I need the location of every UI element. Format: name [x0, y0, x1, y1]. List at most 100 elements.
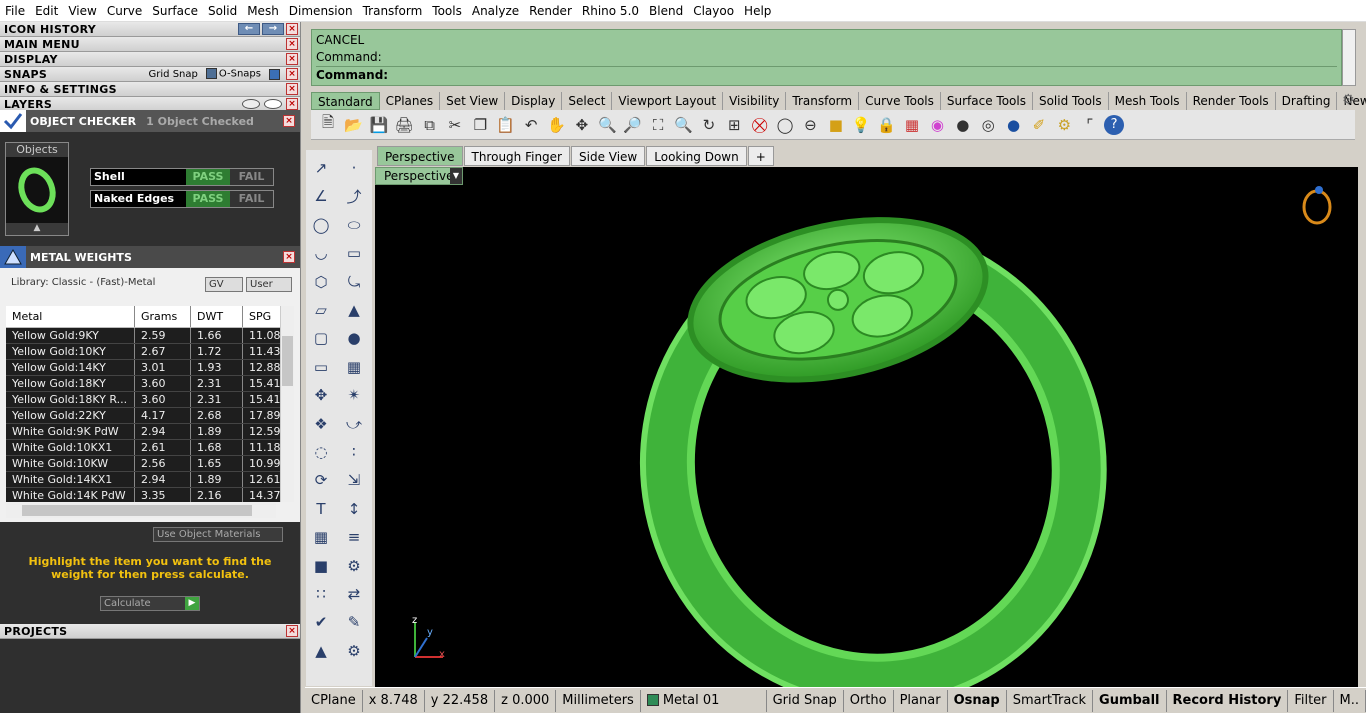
tab-standard[interactable]: Standard — [311, 92, 380, 110]
close-icon[interactable]: × — [286, 53, 298, 65]
units-status[interactable]: Millimeters — [556, 689, 641, 712]
export-icon[interactable]: ⧉ — [419, 114, 441, 136]
close-icon[interactable]: × — [286, 625, 298, 637]
point-icon[interactable]: · — [342, 156, 366, 180]
zoom-window-icon[interactable]: 🔎 — [622, 114, 644, 136]
table-row[interactable]: Yellow Gold:18KY R... 3.60 2.31 15.41 — [6, 392, 294, 408]
col-metal[interactable]: Metal — [6, 306, 135, 327]
align-icon[interactable]: ≡ — [342, 525, 366, 549]
box-icon[interactable]: ▢ — [309, 326, 333, 350]
icon-history-bar[interactable]: ICON HISTORY ← → × — [0, 22, 300, 37]
metal-table[interactable]: Metal Grams DWT SPG Yellow Gold:9KY 2.59 1… — [6, 306, 294, 502]
menu-view[interactable]: View — [63, 0, 101, 22]
menu-surface[interactable]: Surface — [147, 0, 203, 22]
main-menu-bar[interactable]: MAIN MENU × — [0, 37, 300, 52]
menu-curve[interactable]: Curve — [102, 0, 147, 22]
help-icon[interactable]: ? — [1104, 114, 1125, 135]
dimension-icon[interactable]: ⌜ — [1079, 114, 1101, 136]
close-icon[interactable]: × — [286, 38, 298, 50]
table-row[interactable]: White Gold:14KX1 2.94 1.89 12.61 — [6, 472, 294, 488]
cut-icon[interactable]: ✂ — [444, 114, 466, 136]
light-bulb-icon[interactable]: 💡 — [850, 114, 872, 136]
arc-icon[interactable]: ◡ — [309, 241, 333, 265]
table-row[interactable]: Yellow Gold:14KY 3.01 1.93 12.88 — [6, 360, 294, 376]
menu-blend[interactable]: Blend — [644, 0, 688, 22]
menu-dimension[interactable]: Dimension — [284, 0, 358, 22]
expand-up-icon[interactable]: ▲ — [6, 223, 68, 235]
scale-icon[interactable]: ⇲ — [342, 468, 366, 492]
info-settings-bar[interactable]: INFO & SETTINGS × — [0, 82, 300, 97]
circle-icon[interactable]: ◯ — [309, 213, 333, 237]
menu-file[interactable]: File — [0, 0, 30, 22]
filter-toggle[interactable]: Filter — [1288, 689, 1334, 712]
menu-analyze[interactable]: Analyze — [467, 0, 524, 22]
pan-hand-icon[interactable]: ✋ — [546, 114, 568, 136]
car-icon[interactable]: ⛒ — [749, 114, 771, 136]
zoom-icon[interactable]: 🔍 — [596, 114, 618, 136]
check-icon[interactable]: ✔ — [309, 610, 333, 634]
objects-preview[interactable]: Objects ▲ — [5, 142, 69, 236]
paint-icon[interactable]: ✎ — [342, 610, 366, 634]
select-arrow-icon[interactable]: ↗ — [309, 156, 333, 180]
explode-icon[interactable]: ✴ — [342, 383, 366, 407]
measure-icon[interactable]: ⇄ — [342, 582, 366, 606]
cplane-status[interactable]: CPlane — [305, 689, 363, 712]
more-status[interactable]: M.. — [1334, 689, 1366, 712]
snap-toggle-icon[interactable] — [269, 68, 280, 80]
scroll-thumb[interactable] — [22, 505, 252, 516]
tab-mesh-tools[interactable]: Mesh Tools — [1109, 92, 1187, 110]
polyline-icon[interactable]: ∠ — [309, 184, 333, 208]
ellipse-icon[interactable]: ⬭ — [342, 213, 366, 237]
undo-icon[interactable]: ↶ — [520, 114, 542, 136]
tab-display[interactable]: Display — [505, 92, 563, 110]
move-view-icon[interactable]: ✥ — [571, 114, 593, 136]
table-row[interactable]: White Gold:9K PdW 2.94 1.89 12.59 — [6, 424, 294, 440]
osnaps-option[interactable]: O-Snaps — [205, 68, 261, 80]
boolean-icon[interactable]: ❖ — [309, 412, 333, 436]
tab-visibility[interactable]: Visibility — [723, 92, 787, 110]
save-icon[interactable]: 💾 — [368, 114, 390, 136]
arrow-right-icon[interactable]: → — [262, 23, 284, 35]
osnap-toggle[interactable]: Osnap — [948, 689, 1007, 712]
grid-dots-icon[interactable]: ∷ — [309, 582, 333, 606]
close-icon[interactable]: × — [286, 83, 298, 95]
layers-icon[interactable]: ▦ — [901, 114, 923, 136]
extrude-icon[interactable]: ▲ — [342, 298, 366, 322]
cone-icon[interactable]: ▲ — [309, 639, 333, 663]
render-sphere-icon[interactable]: ● — [1003, 114, 1025, 136]
scroll-thumb[interactable] — [282, 336, 293, 386]
tab-surface-tools[interactable]: Surface Tools — [941, 92, 1033, 110]
table-vertical-scrollbar[interactable] — [280, 306, 294, 502]
group-icon[interactable]: ◌ — [309, 440, 333, 464]
ring-model[interactable] — [375, 167, 1358, 687]
curve-icon[interactable]: ⤴ — [342, 184, 366, 208]
text-icon[interactable]: T — [309, 497, 333, 521]
wire-sphere-icon[interactable]: ◎ — [977, 114, 999, 136]
use-object-materials-button[interactable]: Use Object Materials — [153, 527, 283, 542]
add-viewport-button[interactable]: + — [747, 146, 774, 166]
calculate-button[interactable]: Calculate ▶ — [100, 596, 200, 611]
table-row[interactable]: Yellow Gold:22KY 4.17 2.68 17.89 — [6, 408, 294, 424]
render-icon[interactable]: ⚙ — [342, 639, 366, 663]
gumball-toggle[interactable]: Gumball — [1093, 689, 1167, 712]
snaps-bar[interactable]: SNAPS Grid Snap O-Snaps × — [0, 67, 300, 82]
table-horizontal-scrollbar[interactable] — [6, 503, 276, 518]
cylinder-icon[interactable]: ▭ — [309, 355, 333, 379]
paste-icon[interactable]: 📋 — [495, 114, 517, 136]
sphere-icon[interactable]: ● — [342, 326, 366, 350]
named-view-icon[interactable]: ◯ — [774, 114, 796, 136]
rectangle-icon[interactable]: ▭ — [342, 241, 366, 265]
arrow-left-icon[interactable]: ← — [238, 23, 260, 35]
menu-transform[interactable]: Transform — [358, 0, 428, 22]
open-folder-icon[interactable]: 📂 — [342, 114, 364, 136]
tab-solid-tools[interactable]: Solid Tools — [1033, 92, 1109, 110]
menu-edit[interactable]: Edit — [30, 0, 63, 22]
zoom-selected-icon[interactable]: 🔍 — [672, 114, 694, 136]
table-row[interactable]: Yellow Gold:9KY 2.59 1.66 11.08 — [6, 328, 294, 344]
tab-transform[interactable]: Transform — [786, 92, 860, 110]
join-icon[interactable]: ∶ — [342, 440, 366, 464]
four-view-icon[interactable]: ⊞ — [723, 114, 745, 136]
tab-viewport-layout[interactable]: Viewport Layout — [612, 92, 724, 110]
close-icon[interactable]: × — [283, 251, 295, 263]
options-gear-icon[interactable]: ⚙ — [1053, 114, 1075, 136]
